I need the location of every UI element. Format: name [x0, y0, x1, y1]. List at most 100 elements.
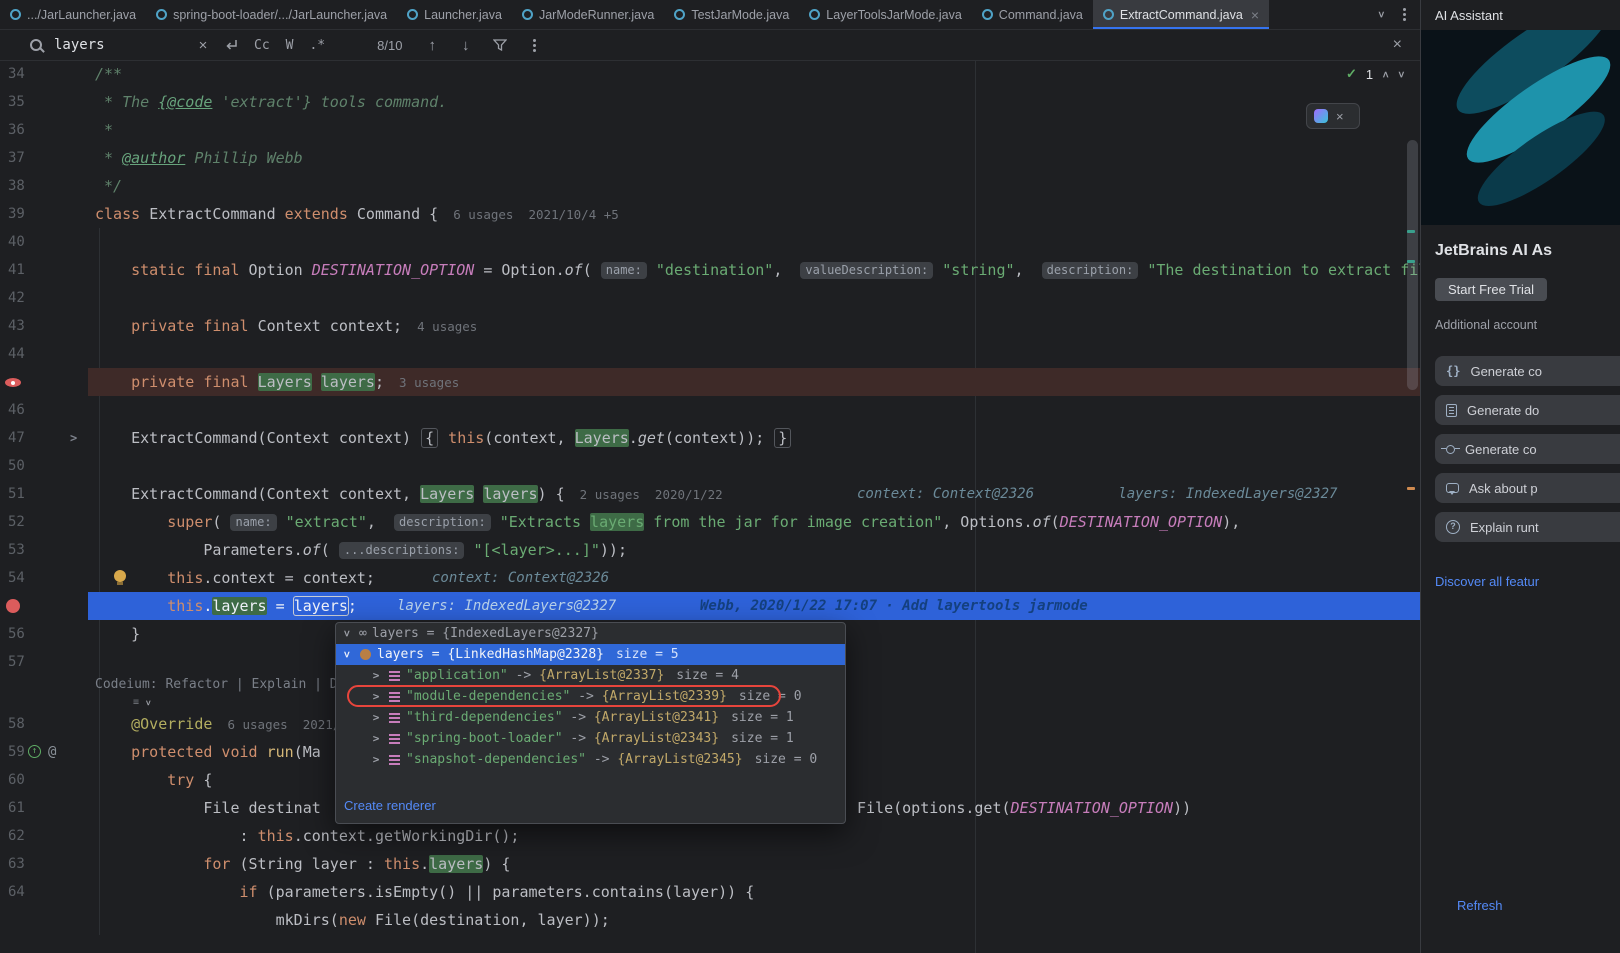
debug-tree-item[interactable]: >"module-dependencies" -> {ArrayList@233… — [336, 686, 845, 707]
tab-extractcommand-java[interactable]: ExtractCommand.java× — [1093, 0, 1269, 29]
field-watchpoint-icon[interactable] — [5, 378, 21, 387]
previous-match-icon[interactable]: ↑ — [428, 37, 436, 54]
debug-tree-item[interactable]: >"third-dependencies" -> {ArrayList@2341… — [336, 707, 845, 728]
chevron-down-icon[interactable]: > — [337, 648, 358, 662]
code-token: Phillip Webb — [185, 149, 302, 167]
newline-icon[interactable] — [224, 39, 238, 51]
debug-tree-item[interactable]: >"spring-boot-loader" -> {ArrayList@2343… — [336, 728, 845, 749]
chevron-right-icon[interactable]: > — [369, 749, 383, 770]
tab-layertoolsjarmode-java[interactable]: LayerToolsJarMode.java — [799, 0, 972, 29]
chevron-down-icon[interactable]: > — [337, 627, 358, 641]
create-renderer-link[interactable]: Create renderer — [344, 795, 436, 816]
editor-tab-bar: .../JarLauncher.javaspring-boot-loader/.… — [0, 0, 1420, 30]
ide-window: .../JarLauncher.javaspring-boot-loader/.… — [0, 0, 1620, 953]
ai-action-explain-runt[interactable]: ? Explain runt — [1435, 512, 1620, 542]
code-token: = Option. — [474, 261, 564, 279]
entry-arrow: -> — [508, 665, 539, 686]
gutter-line: 63 — [0, 850, 88, 878]
gutter-line: 56 — [0, 620, 88, 648]
code-token: ( — [321, 541, 339, 559]
code-token: 3 usages — [384, 375, 459, 390]
start-free-trial-button[interactable]: Start Free Trial — [1435, 278, 1547, 301]
code-token: * The — [95, 93, 158, 111]
next-match-icon[interactable]: ↓ — [462, 37, 470, 54]
filter-icon[interactable] — [493, 39, 507, 51]
codeium-chevron-icon[interactable]: ≡ > — [133, 697, 150, 709]
code-token: protected void — [131, 743, 266, 761]
line-number: 35 — [8, 88, 25, 116]
search-input[interactable]: layers — [54, 37, 192, 53]
code-token: "Extracts — [491, 513, 590, 531]
tab-testjarmode-java[interactable]: TestJarMode.java — [664, 0, 799, 29]
inspections-widget[interactable]: ✓ 1 > > — [1346, 66, 1404, 82]
debug-tree-item[interactable]: >"application" -> {ArrayList@2337}size =… — [336, 665, 845, 686]
ai-action-label: Explain runt — [1470, 520, 1539, 535]
words-toggle[interactable]: W — [286, 38, 294, 53]
code-token: of — [303, 541, 321, 559]
code-token: { — [421, 428, 438, 448]
ai-action-label: Generate co — [1465, 442, 1537, 457]
fold-arrow-icon[interactable]: > — [70, 424, 77, 452]
chevron-right-icon[interactable]: > — [369, 707, 383, 728]
line-number: 57 — [8, 648, 25, 676]
search-options-kebab-icon[interactable] — [533, 44, 536, 47]
tab-jarlauncher-java[interactable]: .../JarLauncher.java — [0, 0, 146, 29]
code-token: Command { — [357, 205, 438, 223]
ai-action-generate-co[interactable]: {}Generate co — [1435, 356, 1620, 386]
regex-toggle[interactable]: .* — [309, 38, 325, 53]
stripe-mark[interactable] — [1407, 260, 1415, 263]
code-token: .context.getWorkingDir(); — [294, 827, 520, 845]
breakpoint-icon[interactable] — [6, 599, 20, 613]
ai-promo-chip[interactable]: × — [1306, 103, 1360, 129]
chevron-right-icon[interactable]: > — [369, 686, 383, 707]
line-number: 64 — [8, 878, 25, 906]
code-line: * — [88, 116, 1420, 144]
question-icon: ? — [1446, 520, 1460, 534]
close-search-icon[interactable]: × — [1393, 36, 1402, 54]
search-icon[interactable] — [30, 39, 42, 51]
clear-search-icon[interactable]: × — [192, 37, 214, 54]
tab-launcher-java[interactable]: Launcher.java — [397, 0, 512, 29]
close-tab-icon[interactable]: × — [1251, 7, 1259, 23]
entry-value: {ArrayList@2343} — [594, 728, 719, 749]
debug-selected-row[interactable]: > layers = {LinkedHashMap@2328} size = 5 — [336, 644, 845, 665]
refresh-link[interactable]: Refresh — [1457, 898, 1503, 913]
debug-popup-header[interactable]: > ∞ layers = {IndexedLayers@2327} — [336, 623, 845, 644]
tab-jarmoderunner-java[interactable]: JarModeRunner.java — [512, 0, 664, 29]
ai-action-ask-about-p[interactable]: Ask about p — [1435, 473, 1620, 503]
entry-arrow: -> — [563, 707, 594, 728]
ai-logo-icon — [1314, 109, 1328, 123]
next-problem-chevron-icon[interactable]: > — [1395, 71, 1408, 78]
code-token: : — [95, 827, 258, 845]
debug-tree-item[interactable]: >"snapshot-dependencies" -> {ArrayList@2… — [336, 749, 845, 770]
code-token: } — [774, 428, 791, 448]
stripe-mark[interactable] — [1407, 230, 1415, 233]
tab-command-java[interactable]: Command.java — [972, 0, 1093, 29]
discover-features-link[interactable]: Discover all featur — [1435, 574, 1539, 589]
chevron-right-icon[interactable]: > — [369, 665, 383, 686]
codeium-hint[interactable]: Codeium: Refactor | Explain | Do — [95, 676, 345, 694]
code-token: ( — [583, 261, 601, 279]
match-case-toggle[interactable]: Cc — [254, 38, 270, 53]
ai-action-generate-do[interactable]: Generate do — [1435, 395, 1620, 425]
dismiss-chip-icon[interactable]: × — [1336, 109, 1344, 124]
overrides-icon[interactable]: ↑ — [28, 745, 41, 758]
code-line: static final Option DESTINATION_OPTION =… — [88, 256, 1420, 284]
tab-options-kebab-icon[interactable] — [1403, 13, 1406, 16]
chevron-right-icon[interactable]: > — [369, 728, 383, 749]
hidden-tabs-chevron-icon[interactable]: > — [1375, 11, 1388, 18]
code-token — [312, 373, 321, 391]
previous-problem-chevron-icon[interactable]: > — [1379, 71, 1392, 78]
gutter-line: 61 — [0, 794, 88, 822]
intention-bulb-icon[interactable] — [114, 570, 126, 582]
scrollbar-thumb[interactable] — [1407, 140, 1418, 390]
tab-spring-boot-loader-jarlauncher-java[interactable]: spring-boot-loader/.../JarLauncher.java — [146, 0, 397, 29]
code-token: layers — [483, 485, 537, 503]
ai-action-generate-co[interactable]: Generate co — [1435, 434, 1620, 464]
code-token: , — [773, 261, 800, 279]
stripe-mark[interactable] — [1407, 487, 1415, 490]
debug-value-popup: > ∞ layers = {IndexedLayers@2327} > laye… — [335, 622, 846, 824]
tab-label: TestJarMode.java — [691, 8, 789, 22]
code-token: static final — [131, 261, 248, 279]
code-token: description: — [1042, 262, 1139, 279]
